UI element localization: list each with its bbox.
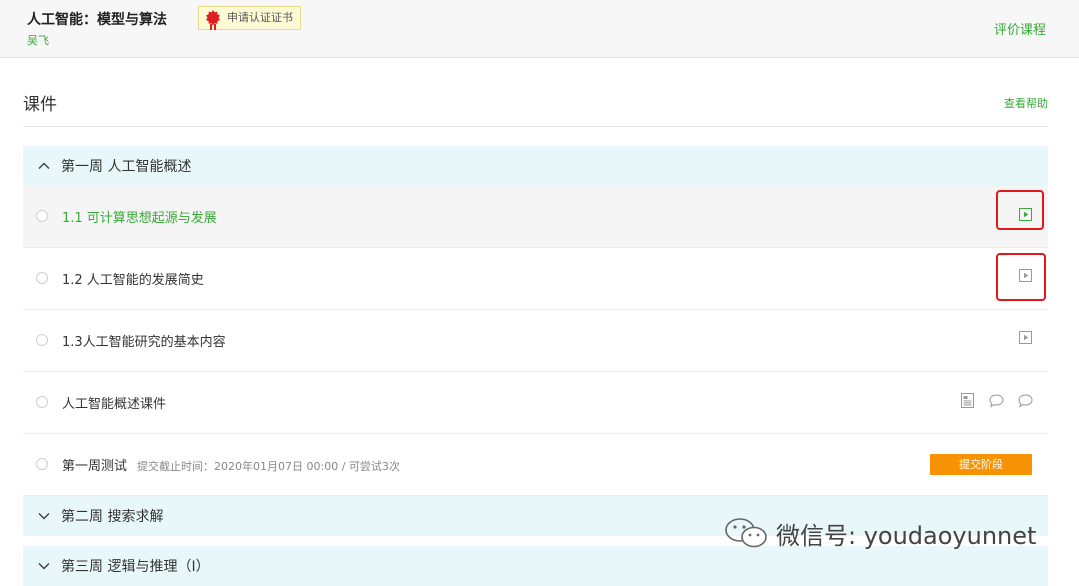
quiz-deadline-meta: 提交截止时间：2020年01月07日 00:00 / 可尝试3次 [137, 460, 400, 473]
lesson-row[interactable]: 1.3人工智能研究的基本内容 [23, 310, 1048, 372]
teacher-name[interactable]: 吴飞 [27, 32, 49, 48]
lesson-label: 人工智能概述课件 [62, 397, 167, 412]
wechat-watermark: 微信号: youdaoyunnet [724, 513, 1036, 553]
courseware-title: 课件 [23, 95, 57, 115]
week-1-header[interactable]: 第一周 人工智能概述 [23, 146, 1048, 186]
progress-radio [36, 396, 48, 408]
rate-course-link[interactable]: 评价课程 [994, 19, 1046, 38]
document-icon[interactable] [960, 393, 975, 408]
submit-stage-button[interactable]: 提交阶段 [930, 454, 1032, 475]
wechat-icon [725, 518, 767, 548]
chevron-down-icon [38, 512, 50, 520]
course-title: 人工智能：模型与算法 [27, 12, 167, 28]
course-header: 人工智能：模型与算法 吴飞 申请认证证书 评价课程 [0, 0, 1079, 58]
lesson-label: 1.1 可计算思想起源与发展 [62, 211, 217, 226]
lesson-label: 1.3人工智能研究的基本内容 [62, 335, 226, 350]
apply-certificate-button[interactable]: 申请认证证书 [198, 6, 301, 30]
highlight-box [996, 190, 1044, 230]
chevron-up-icon [38, 162, 50, 170]
discussion-icon[interactable] [1018, 393, 1033, 408]
progress-radio [36, 210, 48, 222]
progress-radio [36, 334, 48, 346]
chevron-down-icon [38, 562, 50, 570]
lesson-label: 第一周测试 提交截止时间：2020年01月07日 00:00 / 可尝试3次 [62, 455, 400, 474]
section-divider [23, 126, 1048, 127]
week-label: 第三周 逻辑与推理（I） [61, 559, 210, 575]
quiz-title: 第一周测试 [62, 459, 128, 474]
discussion-icon[interactable] [989, 393, 1004, 408]
progress-radio [36, 458, 48, 470]
lesson-label: 1.2 人工智能的发展简史 [62, 273, 204, 288]
lesson-row[interactable]: 1.2 人工智能的发展简史 [23, 248, 1048, 310]
certificate-seal-icon [206, 10, 220, 30]
watermark-text: 微信号: youdaoyunnet [776, 521, 1037, 550]
week-label: 第一周 人工智能概述 [61, 159, 192, 175]
lesson-row[interactable]: 人工智能概述课件 [23, 372, 1048, 434]
apply-certificate-label: 申请认证证书 [227, 11, 293, 24]
lesson-row[interactable]: 1.1 可计算思想起源与发展 [23, 186, 1048, 248]
video-play-icon[interactable] [1019, 331, 1032, 344]
lesson-row[interactable]: 第一周测试 提交截止时间：2020年01月07日 00:00 / 可尝试3次 提交… [23, 434, 1048, 496]
highlight-box [996, 253, 1046, 301]
view-help-link[interactable]: 查看帮助 [1004, 95, 1048, 111]
progress-radio [36, 272, 48, 284]
week-label: 第二周 搜索求解 [61, 509, 164, 525]
